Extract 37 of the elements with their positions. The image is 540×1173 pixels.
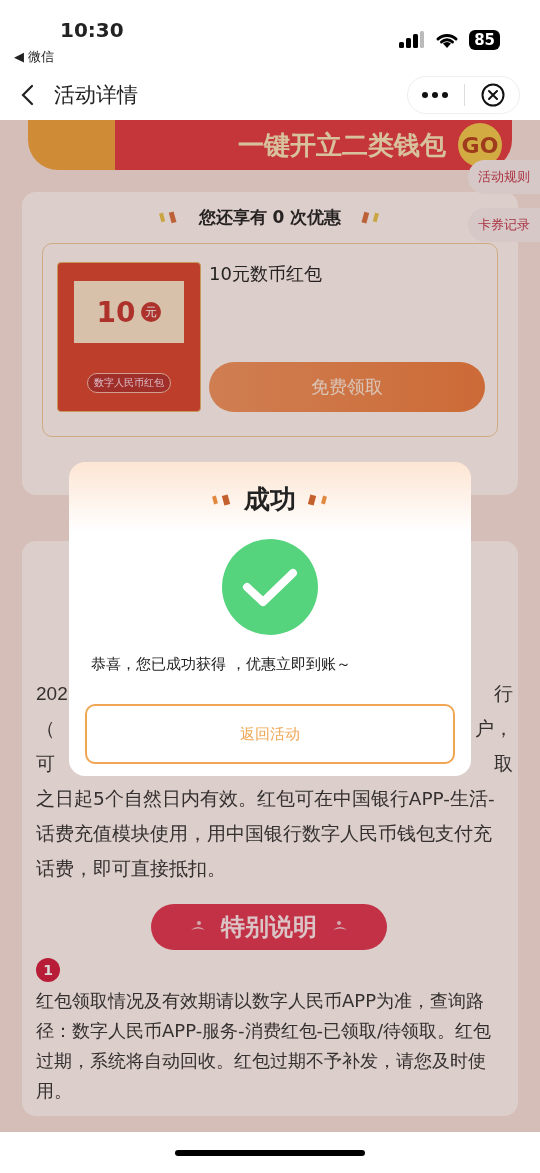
side-tab[interactable]: 卡券记录	[468, 208, 540, 242]
unit-text: 元	[141, 302, 162, 322]
coupon-name: 10元数币红包	[209, 262, 323, 286]
remaining-offers-text: 您还享有 0 次优惠	[198, 206, 342, 229]
close-icon[interactable]	[481, 83, 505, 107]
side-tab[interactable]: 活动规则	[468, 160, 540, 194]
open-wallet-banner[interactable]: 一键开立二类钱包 GO	[28, 120, 512, 170]
rule-text-fragment: 可	[36, 752, 55, 776]
signal-icon	[399, 31, 426, 49]
status-time: 10:30	[60, 18, 124, 42]
rule-text-fragment: 取	[494, 752, 513, 776]
rule-text-fragment: 户，	[475, 717, 513, 741]
confetti-icon	[158, 209, 179, 226]
battery-level: 85	[469, 30, 500, 50]
claim-button[interactable]: 免费领取	[209, 362, 485, 412]
rule-text-fragment: 202	[36, 682, 68, 706]
back-icon[interactable]	[20, 84, 34, 106]
banner-title: 一键开立二类钱包	[238, 128, 446, 162]
wifi-icon	[435, 31, 460, 49]
go-button[interactable]: GO	[458, 123, 502, 167]
amount-text: 10	[96, 295, 136, 329]
return-button[interactable]: 返回活动	[85, 704, 455, 764]
notice-paragraph: 红包领取情况及有效期请以数字人民币APP为准，查询路径：数字人民币APP-服务-消费红包-已领取/待领取。红包过期，系统将自动回收。红包过期不予补发，请您及时使用。	[36, 989, 493, 1103]
section-title: 特别说明	[221, 912, 317, 943]
dialog-message: 恭喜，您已成功获得 ，优惠立即到账～	[90, 655, 352, 674]
number-badge: 1	[36, 958, 60, 982]
dialog-title: 成功	[244, 483, 296, 516]
confetti-icon	[306, 492, 328, 507]
rule-paragraph: 之日起5个自然日内有效。红包可在中国银行APP-生活-话费充值模块使用，用中国银行数字人民币钱包支付充话费，即可直接抵扣。	[36, 787, 496, 881]
back-to-app-link[interactable]: ◀ 微信	[14, 48, 124, 66]
rule-text-fragment: 行	[494, 682, 513, 706]
envelope-tag: 数字人民币红包	[87, 373, 171, 393]
more-icon[interactable]	[422, 92, 448, 98]
page-title: 活动详情	[54, 82, 139, 109]
success-check-icon	[222, 539, 318, 635]
rule-text-fragment: （	[36, 717, 55, 741]
confetti-icon	[361, 209, 382, 226]
